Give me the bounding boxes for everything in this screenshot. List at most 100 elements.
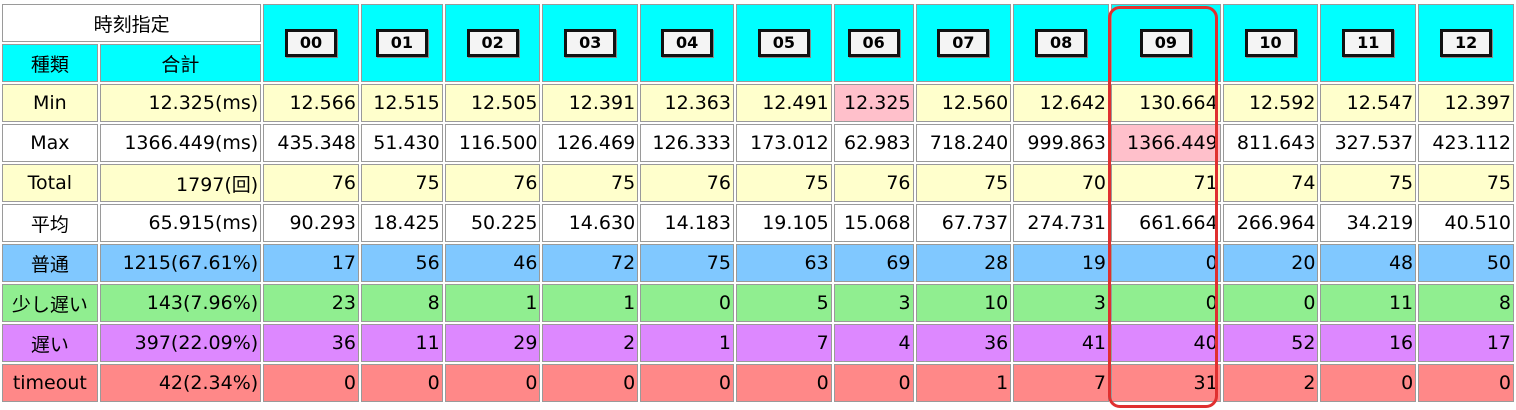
cell-hour-00: 0 — [263, 364, 359, 402]
hour-header-04[interactable]: 04 — [640, 4, 734, 82]
hour-header-09[interactable]: 09 — [1111, 4, 1221, 82]
cell-hour-05: 7 — [735, 324, 832, 362]
cell-hour-11: 34.219 — [1320, 204, 1417, 242]
table-row: 遅い 397(22.09%) 36 11 29 2 1 7 4 36 41 40 52 16 17 — [2, 324, 1514, 362]
row-total: 397(22.09%) — [99, 324, 262, 362]
cell-hour-12: 12.397 — [1418, 84, 1514, 122]
cell-hour-09: 0 — [1111, 284, 1221, 322]
cell-hour-07: 36 — [915, 324, 1012, 362]
row-total: 12.325(ms) — [99, 84, 262, 122]
hour-header-02[interactable]: 02 — [444, 4, 541, 82]
cell-hour-02: 76 — [444, 164, 541, 202]
hour-button[interactable]: 03 — [564, 29, 617, 57]
cell-hour-12: 17 — [1418, 324, 1514, 362]
row-total: 65.915(ms) — [99, 204, 262, 242]
cell-hour-03: 12.391 — [542, 84, 639, 122]
cell-hour-11: 48 — [1320, 244, 1417, 282]
cell-hour-00: 435.348 — [263, 124, 359, 162]
cell-hour-10: 2 — [1222, 364, 1319, 402]
time-specified-header: 時刻指定 — [2, 4, 262, 42]
hour-header-05[interactable]: 05 — [735, 4, 832, 82]
hour-button[interactable]: 05 — [757, 29, 810, 57]
cell-hour-10: 811.643 — [1222, 124, 1319, 162]
cell-hour-10: 266.964 — [1222, 204, 1319, 242]
hour-button[interactable]: 12 — [1440, 29, 1493, 57]
hour-button[interactable]: 00 — [285, 29, 338, 57]
cell-hour-12: 40.510 — [1418, 204, 1514, 242]
hour-button[interactable]: 02 — [466, 29, 519, 57]
cell-hour-02: 1 — [444, 284, 541, 322]
hour-header-10[interactable]: 10 — [1222, 4, 1319, 82]
hour-header-03[interactable]: 03 — [542, 4, 639, 82]
hour-button[interactable]: 04 — [661, 29, 714, 57]
cell-hour-08: 70 — [1013, 164, 1109, 202]
cell-hour-02: 12.505 — [444, 84, 541, 122]
cell-hour-01: 8 — [360, 284, 443, 322]
cell-hour-12: 423.112 — [1418, 124, 1514, 162]
cell-hour-07: 12.560 — [915, 84, 1012, 122]
cell-hour-02: 0 — [444, 364, 541, 402]
hour-button[interactable]: 10 — [1244, 29, 1297, 57]
cell-hour-05: 63 — [735, 244, 832, 282]
row-total: 1215(67.61%) — [99, 244, 262, 282]
cell-hour-01: 56 — [360, 244, 443, 282]
cell-hour-05: 12.491 — [735, 84, 832, 122]
cell-hour-00: 17 — [263, 244, 359, 282]
cell-hour-03: 2 — [542, 324, 639, 362]
cell-hour-05: 0 — [735, 364, 832, 402]
cell-hour-02: 50.225 — [444, 204, 541, 242]
cell-hour-02: 116.500 — [444, 124, 541, 162]
cell-hour-07: 718.240 — [915, 124, 1012, 162]
hour-button[interactable]: 06 — [847, 29, 900, 57]
hour-header-11[interactable]: 11 — [1320, 4, 1417, 82]
hour-header-07[interactable]: 07 — [915, 4, 1012, 82]
hour-header-12[interactable]: 12 — [1418, 4, 1514, 82]
hour-header-00[interactable]: 00 — [263, 4, 359, 82]
table-row: 普通 1215(67.61%) 17 56 46 72 75 63 69 28 19 0 20 48 50 — [2, 244, 1514, 282]
cell-hour-07: 75 — [915, 164, 1012, 202]
cell-hour-03: 75 — [542, 164, 639, 202]
cell-hour-10: 20 — [1222, 244, 1319, 282]
hour-button[interactable]: 09 — [1139, 29, 1192, 57]
cell-hour-06: 12.325 — [833, 84, 914, 122]
cell-hour-10: 12.592 — [1222, 84, 1319, 122]
cell-hour-01: 0 — [360, 364, 443, 402]
cell-hour-09: 71 — [1111, 164, 1221, 202]
table-row: Max 1366.449(ms) 435.348 51.430 116.500 126.4… — [2, 124, 1514, 162]
row-label: timeout — [2, 364, 98, 402]
cell-hour-08: 12.642 — [1013, 84, 1109, 122]
cell-hour-00: 76 — [263, 164, 359, 202]
table-row: 少し遅い 143(7.96%) 23 8 1 1 0 5 3 10 3 0 0 11 8 — [2, 284, 1514, 322]
cell-hour-00: 90.293 — [263, 204, 359, 242]
cell-hour-04: 14.183 — [640, 204, 734, 242]
hour-button[interactable]: 11 — [1342, 29, 1395, 57]
hour-header-01[interactable]: 01 — [360, 4, 443, 82]
row-label: Total — [2, 164, 98, 202]
cell-hour-08: 19 — [1013, 244, 1109, 282]
cell-hour-09: 31 — [1111, 364, 1221, 402]
cell-hour-07: 67.737 — [915, 204, 1012, 242]
cell-hour-09: 661.664 — [1111, 204, 1221, 242]
cell-hour-05: 19.105 — [735, 204, 832, 242]
type-header: 種類 — [2, 44, 98, 82]
hour-header-06[interactable]: 06 — [833, 4, 914, 82]
cell-hour-04: 12.363 — [640, 84, 734, 122]
cell-hour-00: 23 — [263, 284, 359, 322]
table-row: timeout 42(2.34%) 0 0 0 0 0 0 0 1 7 31 2 0 0 — [2, 364, 1514, 402]
table-row: 平均 65.915(ms) 90.293 18.425 50.225 14.630 14.1… — [2, 204, 1514, 242]
cell-hour-07: 10 — [915, 284, 1012, 322]
cell-hour-04: 75 — [640, 244, 734, 282]
cell-hour-06: 69 — [833, 244, 914, 282]
row-label: 普通 — [2, 244, 98, 282]
cell-hour-10: 52 — [1222, 324, 1319, 362]
cell-hour-04: 126.333 — [640, 124, 734, 162]
cell-hour-06: 3 — [833, 284, 914, 322]
hour-button[interactable]: 01 — [375, 29, 428, 57]
hour-button[interactable]: 08 — [1035, 29, 1088, 57]
hour-header-08[interactable]: 08 — [1013, 4, 1109, 82]
cell-hour-04: 0 — [640, 364, 734, 402]
cell-hour-03: 72 — [542, 244, 639, 282]
cell-hour-03: 14.630 — [542, 204, 639, 242]
hour-button[interactable]: 07 — [937, 29, 990, 57]
cell-hour-06: 62.983 — [833, 124, 914, 162]
